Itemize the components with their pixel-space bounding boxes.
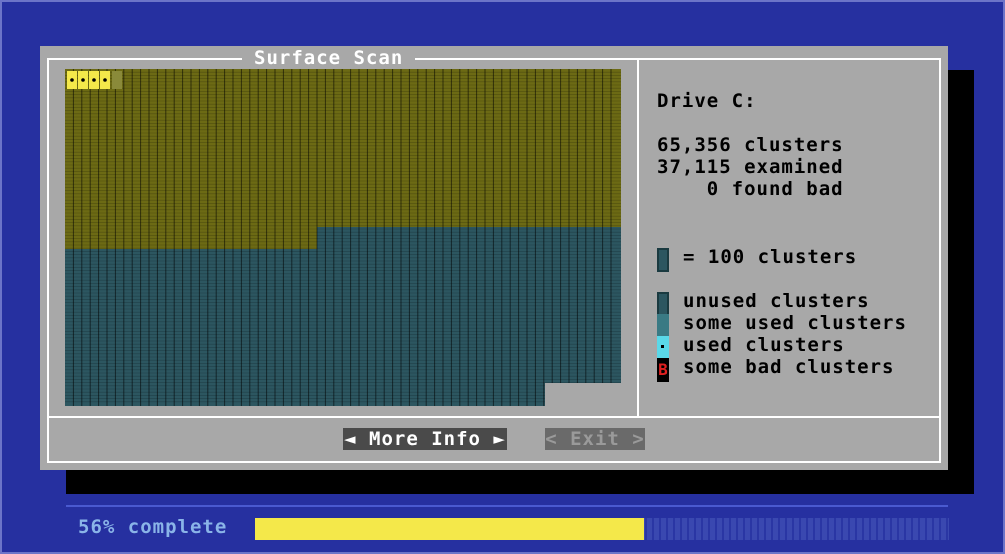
legend-used: used clusters <box>683 334 845 356</box>
legend-bad: some bad clusters <box>683 356 895 378</box>
cluster-map-grid <box>65 69 621 406</box>
scan-cursor-partial <box>112 71 122 89</box>
total-clusters: 65,356 clusters <box>657 134 844 156</box>
scale-text: = 100 clusters <box>683 246 858 268</box>
exit-button[interactable]: < Exit > <box>545 428 645 450</box>
surface-scan-dialog: Surface Scan Drive C: 65,356 clusters 37… <box>40 46 948 470</box>
scan-cursor-dot <box>92 78 96 82</box>
status-separator <box>66 505 948 507</box>
dialog-title: Surface Scan <box>242 46 416 70</box>
bad-swatch-icon: B <box>657 358 669 382</box>
some-used-swatch-icon <box>657 314 669 338</box>
more-info-button[interactable]: ◄ More Info ► <box>343 428 507 450</box>
drive-info: Drive C: 65,356 clusters 37,115 examined… <box>657 90 843 222</box>
cluster-map <box>65 69 621 406</box>
drive-label: Drive C: <box>657 90 757 112</box>
scan-cursor-dot <box>81 78 85 82</box>
progress-bar-fill <box>255 518 644 540</box>
progress-label: 56% complete <box>78 516 228 538</box>
unscanned-region-step <box>317 227 621 249</box>
unused-map-area <box>545 383 621 406</box>
horizontal-divider <box>47 416 941 418</box>
scanned-region <box>65 69 621 249</box>
bad-clusters-count: 0 found bad <box>657 178 844 200</box>
scale-swatch-icon <box>657 248 669 272</box>
progress-bar <box>255 518 949 540</box>
used-swatch-icon <box>657 336 669 360</box>
legend-some-used: some used clusters <box>683 312 907 334</box>
legend-unused: unused clusters <box>683 290 870 312</box>
vertical-divider <box>637 58 639 418</box>
unused-swatch-icon <box>657 292 669 316</box>
examined-clusters: 37,115 examined <box>657 156 844 178</box>
scan-cursor-dot <box>70 78 74 82</box>
scan-cursor-dot <box>103 78 107 82</box>
